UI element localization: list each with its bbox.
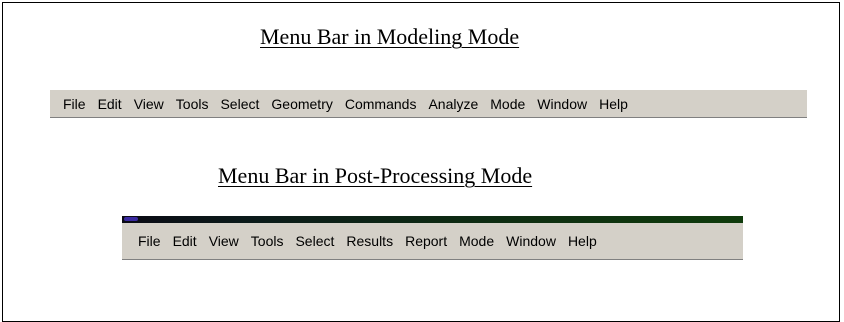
figure-frame: Menu Bar in Modeling Mode File Edit View… (2, 2, 840, 322)
menu-item-view[interactable]: View (128, 94, 170, 114)
menu-item-tools[interactable]: Tools (170, 94, 215, 114)
menu-item-edit[interactable]: Edit (167, 231, 203, 251)
menu-item-tools[interactable]: Tools (245, 231, 290, 251)
post-processing-window: File Edit View Tools Select Results Repo… (122, 216, 743, 261)
menu-item-select[interactable]: Select (214, 94, 265, 114)
menu-item-select[interactable]: Select (289, 231, 340, 251)
menu-item-edit[interactable]: Edit (92, 94, 128, 114)
menu-item-window[interactable]: Window (531, 94, 593, 114)
menu-item-file[interactable]: File (57, 94, 92, 114)
post-processing-caption: Menu Bar in Post-Processing Mode (218, 163, 533, 188)
menu-item-help[interactable]: Help (593, 94, 634, 114)
menu-item-results[interactable]: Results (340, 231, 399, 251)
menu-item-file[interactable]: File (132, 231, 167, 251)
menu-item-analyze[interactable]: Analyze (422, 94, 484, 114)
menu-item-report[interactable]: Report (399, 231, 453, 251)
menu-item-commands[interactable]: Commands (339, 94, 423, 114)
menu-item-window[interactable]: Window (500, 231, 562, 251)
menu-item-view[interactable]: View (203, 231, 245, 251)
modeling-caption: Menu Bar in Modeling Mode (260, 24, 520, 49)
modeling-menu-bar: File Edit View Tools Select Geometry Com… (50, 90, 807, 118)
menu-item-mode[interactable]: Mode (484, 94, 531, 114)
post-processing-menu-bar: File Edit View Tools Select Results Repo… (122, 223, 743, 260)
menu-item-mode[interactable]: Mode (453, 231, 500, 251)
title-bar-strip (122, 216, 743, 223)
menu-item-help[interactable]: Help (562, 231, 603, 251)
menu-item-geometry[interactable]: Geometry (265, 94, 338, 114)
